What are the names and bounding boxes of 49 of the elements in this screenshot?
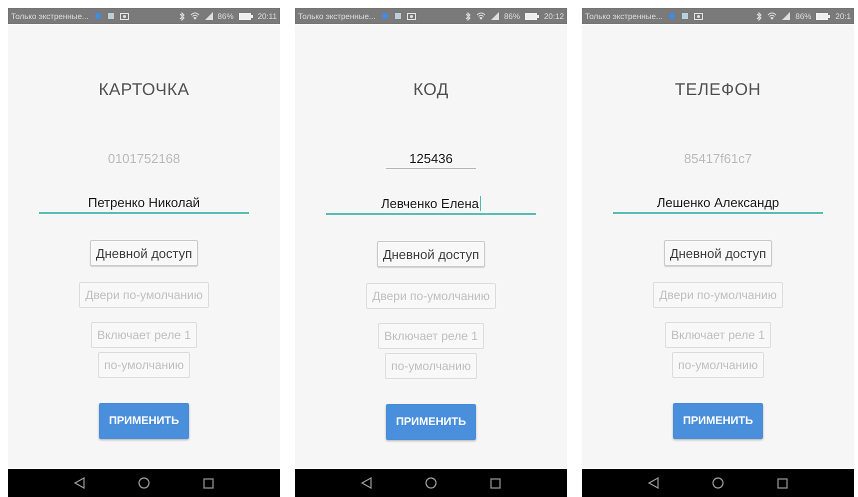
recents-icon[interactable] [490,478,501,488]
battery-icon [816,12,830,20]
clock-time: 20:11 [258,12,277,20]
recents-icon[interactable] [202,478,214,488]
name-field[interactable]: Лешенко Александр [613,192,823,214]
signal-icon [490,12,499,20]
notification-text: Только экстренные... [585,12,663,20]
screen-title: КАРТОЧКА [98,80,190,100]
notification-icon [94,12,102,20]
clock-time: 20:12 [544,12,564,20]
code-field[interactable]: 125436 [386,148,476,169]
battery-icon [238,12,253,20]
toggle-button[interactable]: Дневной доступ [376,241,486,267]
camera-icon [694,12,703,20]
bluetooth-icon [756,12,762,20]
back-icon[interactable] [361,477,372,489]
notification-icon [380,12,389,20]
wifi-icon [767,12,778,20]
screen-title: ТЕЛЕФОН [674,80,762,100]
camera-icon [120,12,129,20]
wifi-icon [190,12,200,20]
screen-title: КОД [413,80,449,100]
back-icon[interactable] [648,477,660,489]
battery-percent: 86% [218,12,234,20]
back-icon[interactable] [74,477,86,489]
apply-button[interactable]: ПРИМЕНИТЬ [386,404,476,440]
name-field[interactable]: Левченко Елена [326,193,536,215]
signal-icon [782,12,790,20]
battery-percent: 86% [795,12,812,20]
home-icon[interactable] [712,477,724,489]
name-field[interactable]: Петренко Николай [39,192,249,214]
notification-text: Только экстренные... [11,12,89,20]
battery-icon [524,12,539,20]
camera-icon [406,12,416,20]
bluetooth-icon [464,12,471,20]
wifi-icon [476,12,486,20]
recents-icon[interactable] [776,478,788,488]
battery-percent: 86% [504,12,520,20]
toggle-button[interactable]: Дневной доступ [90,240,198,266]
home-icon[interactable] [424,477,437,489]
home-icon[interactable] [138,477,150,489]
notification-icon [668,12,676,20]
signal-icon [204,12,213,20]
clock-time: 20:1 [835,12,851,20]
apply-button[interactable]: ПРИМЕНИТЬ [672,403,764,439]
notification-text: Только экстренные... [298,12,376,20]
bluetooth-icon [178,12,185,20]
apply-button[interactable]: ПРИМЕНИТЬ [98,403,190,439]
toggle-button[interactable]: Дневной доступ [664,240,772,266]
